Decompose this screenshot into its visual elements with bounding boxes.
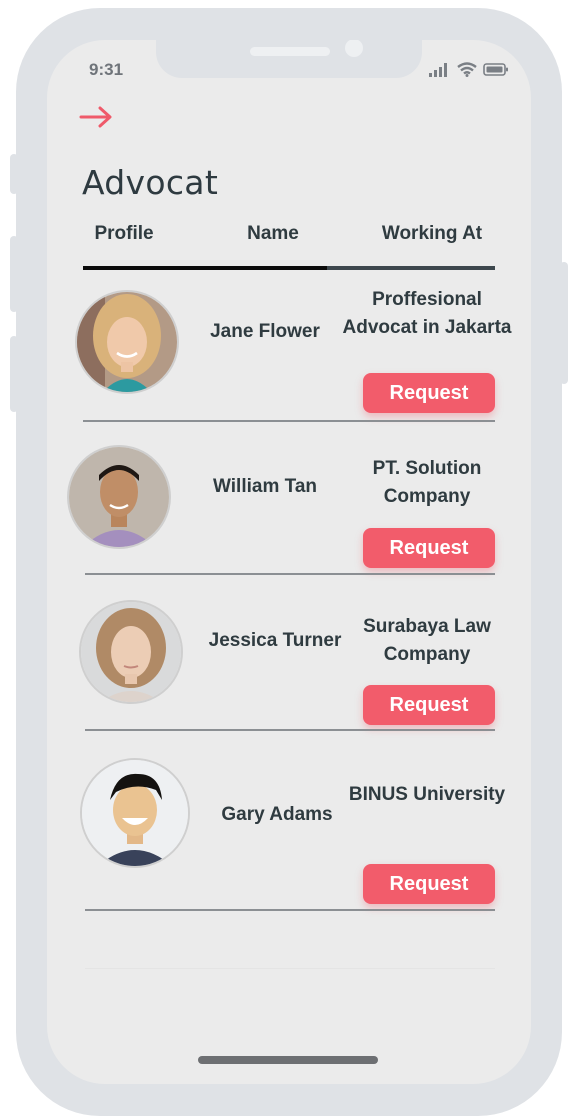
row-divider: [85, 909, 495, 911]
tab-underline-active: [83, 266, 327, 270]
row-divider: [85, 729, 495, 731]
avatar: [67, 445, 171, 549]
speaker: [250, 47, 330, 56]
wifi-icon: [457, 62, 477, 77]
advocate-working-at: BINUS University: [348, 784, 506, 805]
page-title: Advocat: [82, 163, 219, 202]
home-indicator[interactable]: [198, 1056, 378, 1064]
battery-icon: [483, 63, 508, 76]
app-screen: 9:31 Advocat Profile Name Working At Jan…: [47, 40, 531, 1084]
status-icons: [429, 62, 509, 77]
avatar: [79, 600, 183, 704]
avatar-photo: [81, 602, 181, 702]
list-end-divider: [85, 968, 495, 969]
status-time: 9:31: [89, 60, 124, 79]
avatar: [75, 290, 179, 394]
power-button: [560, 262, 568, 384]
signal-icon: [429, 62, 447, 77]
advocate-working-at: PT. Solution Company: [372, 458, 482, 507]
avatar-photo: [77, 292, 177, 392]
advocate-name: William Tan: [213, 476, 317, 497]
tab-name[interactable]: Name: [223, 223, 323, 245]
request-button[interactable]: Request: [363, 864, 495, 904]
request-button[interactable]: Request: [363, 373, 495, 413]
advocate-working-at: Surabaya Law Company: [363, 616, 491, 665]
camera: [345, 40, 363, 57]
back-arrow-icon[interactable]: [79, 106, 113, 128]
avatar-photo: [69, 447, 169, 547]
notch: [156, 40, 422, 78]
volume-down-button: [10, 336, 18, 412]
volume-up-button: [10, 236, 18, 312]
advocate-name: Gary Adams: [221, 804, 333, 825]
row-divider: [83, 420, 495, 422]
row-divider: [85, 573, 495, 575]
tab-working-at[interactable]: Working At: [367, 223, 497, 245]
advocate-name: Jane Flower: [210, 321, 320, 342]
advocate-name: Jessica Turner: [208, 630, 342, 651]
request-button[interactable]: Request: [363, 528, 495, 568]
silent-switch: [10, 154, 18, 194]
avatar-photo: [82, 760, 188, 866]
advocate-working-at: Proffesional Advocat in Jakarta: [342, 289, 512, 338]
request-button[interactable]: Request: [363, 685, 495, 725]
tab-profile[interactable]: Profile: [82, 223, 166, 245]
avatar: [80, 758, 190, 868]
